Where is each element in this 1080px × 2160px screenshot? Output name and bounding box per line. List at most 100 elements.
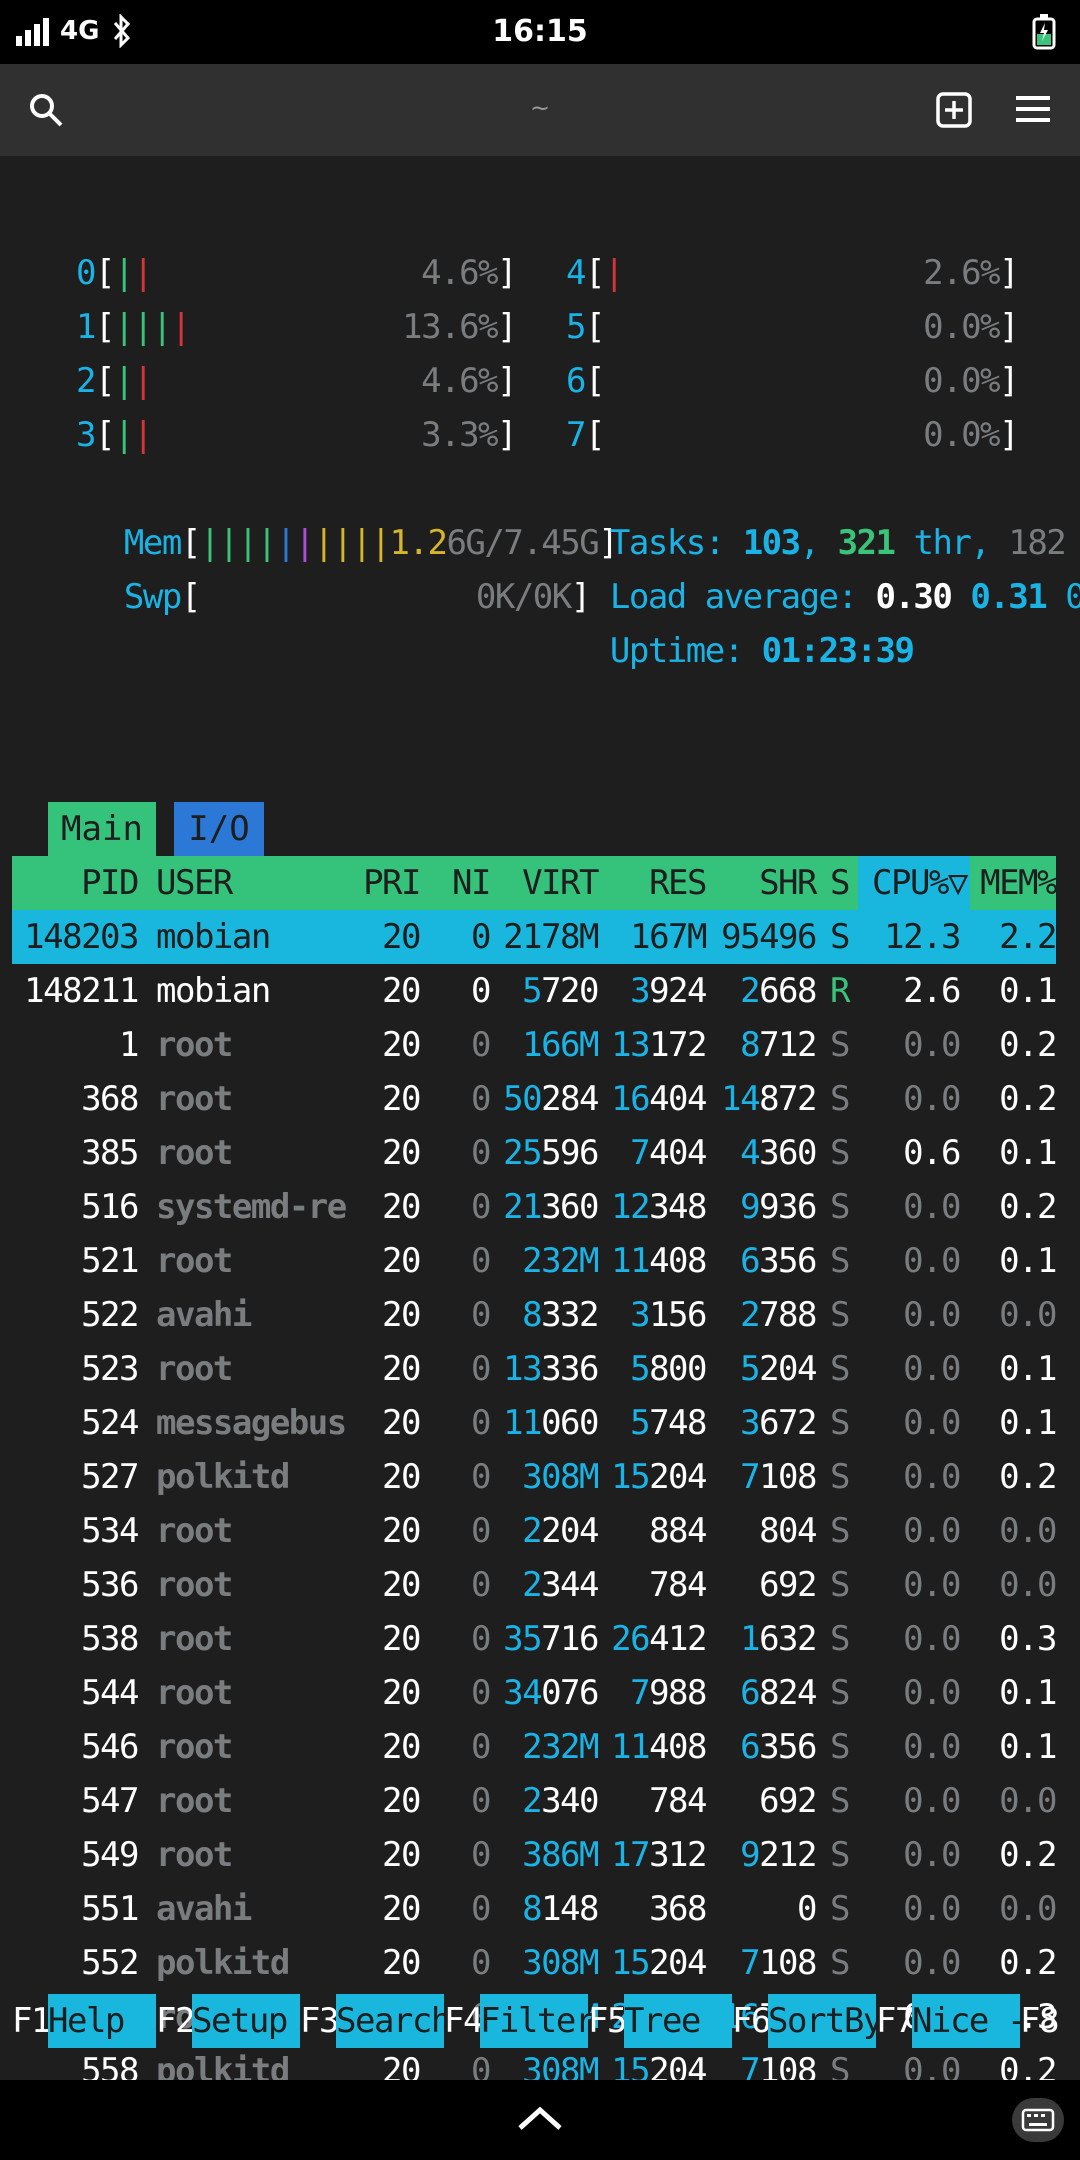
- cpu-cell: 0.0: [903, 1781, 961, 1821]
- fkey-f8[interactable]: F8: [1020, 1994, 1059, 2048]
- cpu-bar-segment: |: [113, 361, 134, 401]
- fkey-f4-label[interactable]: Filter: [480, 1994, 595, 2048]
- pid-cell: 546: [81, 1727, 139, 1767]
- shr-cell: 8712: [740, 1025, 817, 1065]
- table-row[interactable]: 368 root 20 0 50284 16404 14872 S 0.0 0.2: [12, 1072, 1057, 1126]
- clock: 16:15: [492, 14, 588, 49]
- fkey-f3[interactable]: F3: [300, 1994, 339, 2048]
- col-pid[interactable]: PID: [12, 856, 139, 910]
- ni-cell: 0: [471, 1889, 491, 1929]
- mem-cell: 0.0: [999, 1781, 1057, 1821]
- col-res[interactable]: RES: [598, 856, 707, 910]
- table-row[interactable]: 521 root 20 0 232M 11408 6356 S 0.0 0.1: [12, 1234, 1057, 1288]
- cpu-bar-segment: |: [132, 307, 153, 347]
- cpu-percent: 0.0%]: [923, 361, 1019, 401]
- table-row[interactable]: 1 root 20 0 166M 13172 8712 S 0.0 0.2: [12, 1018, 1057, 1072]
- res-cell: 11408: [611, 1727, 707, 1767]
- user-cell: polkitd: [156, 1943, 290, 1983]
- mem-cell: 0.2: [999, 1943, 1057, 1983]
- pri-cell: 20: [382, 1889, 421, 1929]
- cpu-percent: 2.6%]: [923, 253, 1019, 293]
- virt-cell: 11060: [503, 1403, 599, 1443]
- state-cell: S: [830, 1835, 850, 1875]
- table-row[interactable]: 536 root 20 0 2344 784 692 S 0.0 0.0: [12, 1558, 1057, 1612]
- table-row[interactable]: 523 root 20 0 13336 5800 5204 S 0.0 0.1: [12, 1342, 1057, 1396]
- pid-cell: 527: [81, 1457, 139, 1497]
- col-mem[interactable]: MEM%: [960, 856, 1057, 910]
- pri-cell: 20: [382, 1133, 421, 1173]
- table-row[interactable]: 549 root 20 0 386M 17312 9212 S 0.0 0.2: [12, 1828, 1057, 1882]
- chevron-up-icon[interactable]: [516, 2104, 564, 2132]
- fkey-f1[interactable]: F1: [12, 1994, 51, 2048]
- state-cell: S: [830, 1349, 850, 1389]
- state-cell: S: [830, 1403, 850, 1443]
- tab-main[interactable]: Main: [48, 802, 156, 856]
- pid-cell: 521: [81, 1241, 139, 1281]
- mem-cell: 0.1: [999, 1403, 1057, 1443]
- shr-cell: 7108: [740, 1943, 817, 1983]
- terminal-header: ~: [0, 64, 1080, 156]
- cpu-percent-value: 13.6%: [402, 307, 498, 347]
- state-cell: S: [830, 1133, 850, 1173]
- col-pri[interactable]: PRI: [356, 856, 421, 910]
- shr-cell: 6824: [740, 1673, 817, 1713]
- table-row[interactable]: 527 polkitd 20 0 308M 15204 7108 S 0.0 0.2: [12, 1450, 1057, 1504]
- table-row[interactable]: 148211 mobian 20 0 5720 3924 2668 R 2.6 0.1: [12, 964, 1057, 1018]
- user-cell: mobian: [156, 971, 271, 1011]
- cpu-percent: 13.6%]: [402, 307, 517, 347]
- fkey-f5-label[interactable]: Tree: [624, 1994, 732, 2048]
- col-ni[interactable]: NI: [420, 856, 491, 910]
- table-row[interactable]: 552 polkitd 20 0 308M 15204 7108 S 0.0 0.2: [12, 1936, 1057, 1990]
- cpu-cell: 2.6: [903, 971, 961, 1011]
- fkey-f5[interactable]: F5: [588, 1994, 627, 2048]
- fkey-f6-label[interactable]: SortBy: [768, 1994, 883, 2048]
- table-row[interactable]: 538 root 20 0 35716 26412 1632 S 0.0 0.3: [12, 1612, 1057, 1666]
- table-row[interactable]: 547 root 20 0 2340 784 692 S 0.0 0.0: [12, 1774, 1057, 1828]
- table-row[interactable]: 544 root 20 0 34076 7988 6824 S 0.0 0.1: [12, 1666, 1057, 1720]
- pid-cell: 1: [119, 1025, 139, 1065]
- virt-cell: 2344: [522, 1565, 599, 1605]
- terminal-area[interactable]: 0[|| 4.6%] 1[|||| 13.6%] 2[|| 4.6%] 3[|| 3.3%] 4…: [0, 156, 1080, 2145]
- menu-icon[interactable]: [1016, 94, 1050, 124]
- fkey-f2[interactable]: F2: [156, 1994, 195, 2048]
- keyboard-icon[interactable]: [1012, 2098, 1064, 2142]
- table-row[interactable]: 524 messagebus 20 0 11060 5748 3672 S 0.0 0.1: [12, 1396, 1057, 1450]
- ni-cell: 0: [471, 1781, 491, 1821]
- table-row[interactable]: 551 avahi 20 0 8148 368 0 S 0.0 0.0: [12, 1882, 1057, 1936]
- table-row[interactable]: 148203 mobian 20 0 2178M 167M 95496 S 12.3 2.2: [12, 910, 1058, 964]
- col-state[interactable]: S: [830, 856, 860, 910]
- mem-cell: 0.0: [999, 1565, 1057, 1605]
- fkey-f1-label[interactable]: Help: [48, 1994, 156, 2048]
- pri-cell: 20: [382, 1943, 421, 1983]
- fkey-f3-label[interactable]: Search: [336, 1994, 451, 2048]
- shr-cell: 804: [759, 1511, 817, 1551]
- cpu-cell: 0.0: [903, 1403, 961, 1443]
- pid-cell: 148203: [24, 917, 139, 957]
- table-row[interactable]: 516 systemd-re 20 0 21360 12348 9936 S 0.0 0.2: [12, 1180, 1057, 1234]
- table-row[interactable]: 522 avahi 20 0 8332 3156 2788 S 0.0 0.0: [12, 1288, 1057, 1342]
- pri-cell: 20: [382, 971, 421, 1011]
- col-user[interactable]: USER: [156, 856, 356, 910]
- table-row[interactable]: 546 root 20 0 232M 11408 6356 S 0.0 0.1: [12, 1720, 1057, 1774]
- virt-cell: 34076: [503, 1673, 599, 1713]
- pri-cell: 20: [382, 1565, 421, 1605]
- cpu-id: 6: [566, 361, 586, 401]
- fkey-f2-label[interactable]: Setup: [192, 1994, 300, 2048]
- col-virt[interactable]: VIRT: [490, 856, 599, 910]
- ni-cell: 0: [471, 1943, 491, 1983]
- fkey-f7[interactable]: F7: [876, 1994, 915, 2048]
- pri-cell: 20: [382, 1241, 421, 1281]
- state-cell: S: [830, 1619, 850, 1659]
- shr-cell: 6356: [740, 1241, 817, 1281]
- res-cell: 13172: [611, 1025, 707, 1065]
- fkey-f7-label[interactable]: Nice -: [912, 1994, 1027, 2048]
- table-row[interactable]: 385 root 20 0 25596 7404 4360 S 0.6 0.1: [12, 1126, 1057, 1180]
- fkey-f4[interactable]: F4: [444, 1994, 483, 2048]
- new-tab-icon[interactable]: [936, 92, 972, 128]
- fkey-f6[interactable]: F6: [732, 1994, 771, 2048]
- tab-io[interactable]: I/O: [174, 802, 264, 856]
- cpu-percent-value: 4.6%: [421, 361, 498, 401]
- table-row[interactable]: 534 root 20 0 2204 884 804 S 0.0 0.0: [12, 1504, 1057, 1558]
- col-shr[interactable]: SHR: [706, 856, 817, 910]
- mem-cell: 0.0: [999, 1511, 1057, 1551]
